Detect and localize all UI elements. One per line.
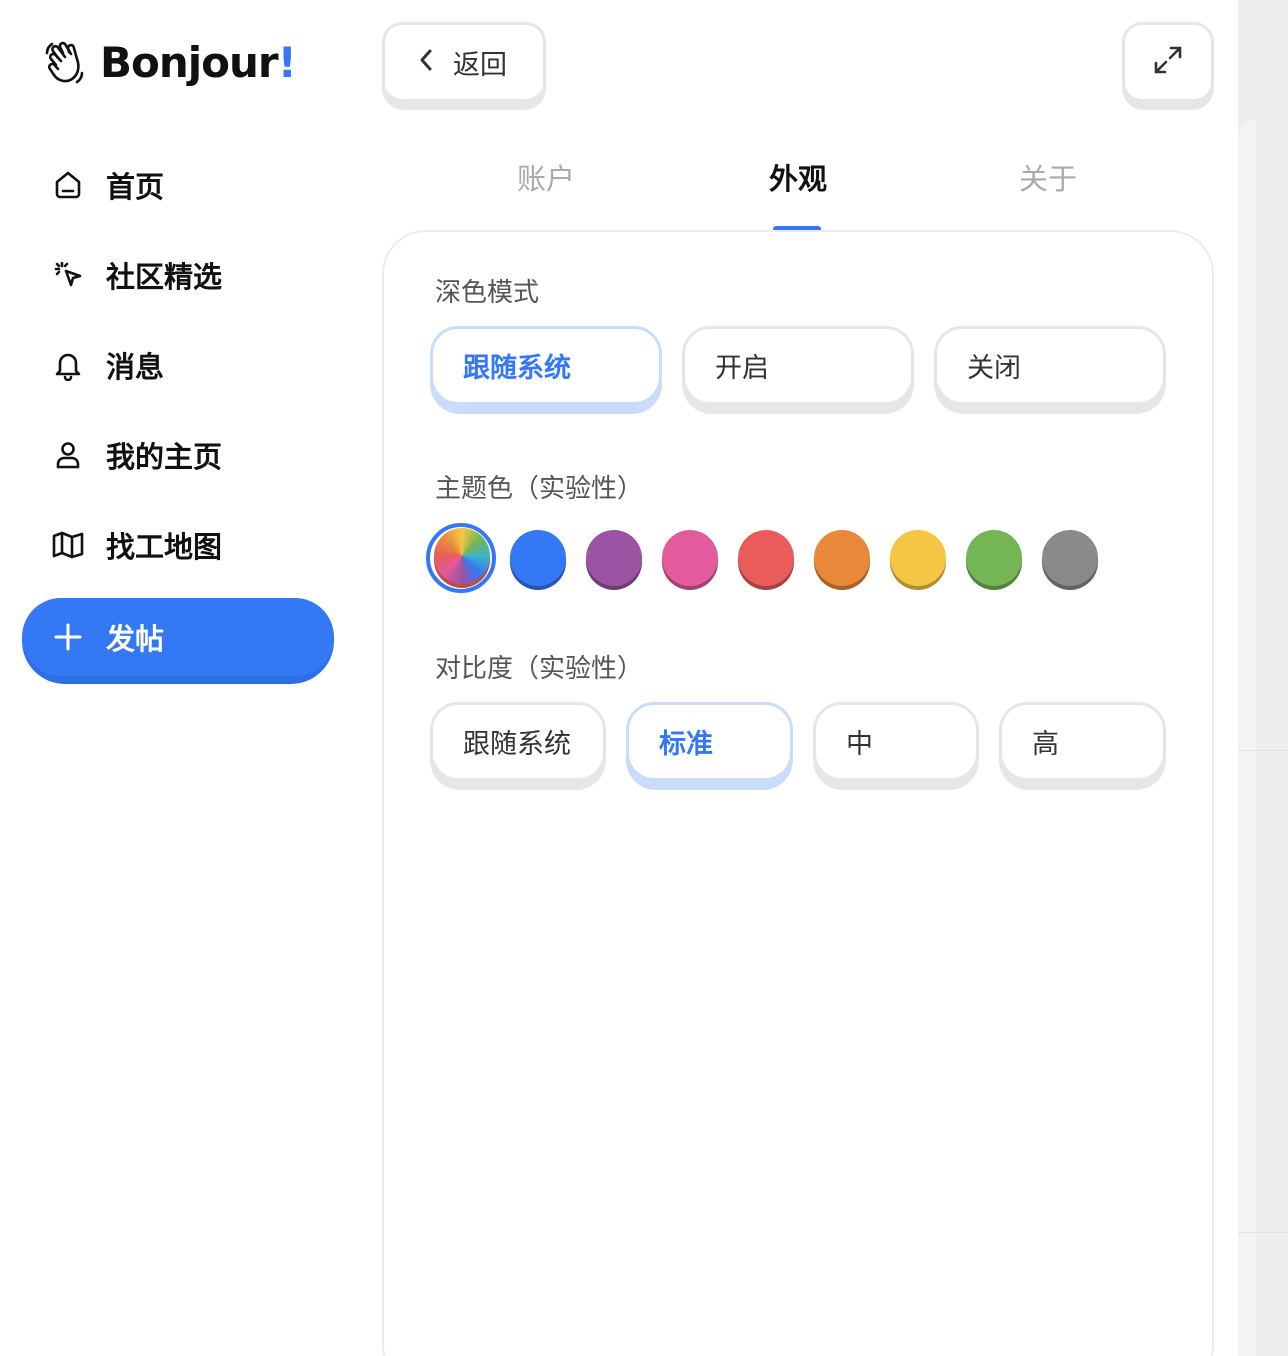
swatch-color: [586, 530, 642, 586]
back-button[interactable]: 返回: [382, 22, 546, 110]
swatch-color: [510, 530, 566, 586]
swatch-color: [662, 530, 718, 586]
sidebar-nav: 首页 社区精选 消息 我的主页 找工地图: [50, 160, 350, 610]
theme-color-swatch-purple[interactable]: [586, 530, 642, 590]
sidebar-item-label: 社区精选: [106, 260, 223, 294]
app-name: Bonjour: [100, 38, 279, 87]
app-root: Bonjour! 首页 社区精选 消息 我的主页 找工地图 发帖 返回 账户 外…: [0, 0, 1288, 1356]
theme-color-swatch-blue[interactable]: [510, 530, 566, 590]
theme-color-swatch-rainbow[interactable]: [434, 528, 490, 588]
tab-account[interactable]: 账户: [496, 156, 596, 198]
swatch-color: [966, 530, 1022, 586]
sidebar-item-job-map[interactable]: 找工地图: [50, 520, 350, 570]
contrast-option-standard[interactable]: 标准: [626, 702, 793, 790]
sidebar-item-home[interactable]: 首页: [50, 160, 350, 210]
theme-color-swatch-orange[interactable]: [814, 530, 870, 590]
dark-mode-title: 深色模式: [435, 278, 540, 308]
swatch-color: [890, 530, 946, 586]
sidebar-item-label: 消息: [106, 350, 165, 384]
sidebar-item-label: 我的主页: [106, 440, 223, 474]
theme-color-swatch-pink[interactable]: [662, 530, 718, 590]
dark-mode-option-on[interactable]: 开启: [682, 326, 914, 414]
theme-color-swatch-green[interactable]: [966, 530, 1022, 590]
map-icon: [50, 527, 86, 563]
back-label: 返回: [453, 49, 507, 81]
app-logo[interactable]: Bonjour!: [44, 38, 297, 87]
sparkle-cursor-icon: [50, 257, 86, 293]
dark-mode-option-system[interactable]: 跟随系统: [430, 326, 662, 414]
sidebar-item-label: 首页: [106, 170, 165, 204]
plus-icon: [52, 621, 84, 653]
waving-hand-icon: [44, 39, 90, 87]
expand-icon: [1152, 44, 1184, 80]
sidebar-item-messages[interactable]: 消息: [50, 340, 350, 390]
bell-icon: [50, 347, 86, 383]
tab-appearance[interactable]: 外观: [748, 156, 848, 198]
swatch-color: [1042, 530, 1098, 586]
sidebar-item-profile[interactable]: 我的主页: [50, 430, 350, 480]
adjacent-content-edge: [1238, 0, 1288, 1356]
user-icon: [50, 437, 86, 473]
divider: [1238, 750, 1288, 751]
theme-color-title: 主题色（实验性）: [435, 474, 644, 504]
home-icon: [50, 167, 86, 203]
chevron-left-icon: [417, 47, 435, 77]
divider: [1238, 1232, 1288, 1233]
contrast-option-high[interactable]: 高: [999, 702, 1166, 790]
new-post-label: 发帖: [106, 622, 165, 656]
swatch-color: [434, 528, 490, 584]
expand-button[interactable]: [1122, 22, 1214, 110]
adjacent-panel-edge: [1238, 120, 1256, 1356]
swatch-color: [814, 530, 870, 586]
sidebar-item-label: 找工地图: [106, 530, 223, 564]
theme-color-swatch-gray[interactable]: [1042, 530, 1098, 590]
theme-color-swatch-red[interactable]: [738, 530, 794, 590]
contrast-title: 对比度（实验性）: [435, 654, 644, 684]
sidebar-item-featured[interactable]: 社区精选: [50, 250, 350, 300]
new-post-button[interactable]: 发帖: [22, 598, 334, 684]
theme-color-swatch-yellow[interactable]: [890, 530, 946, 590]
contrast-option-medium[interactable]: 中: [813, 702, 979, 790]
tab-about[interactable]: 关于: [998, 156, 1098, 198]
contrast-option-system[interactable]: 跟随系统: [430, 702, 606, 790]
app-name-suffix: !: [277, 38, 297, 87]
dark-mode-option-off[interactable]: 关闭: [934, 326, 1166, 414]
swatch-color: [738, 530, 794, 586]
